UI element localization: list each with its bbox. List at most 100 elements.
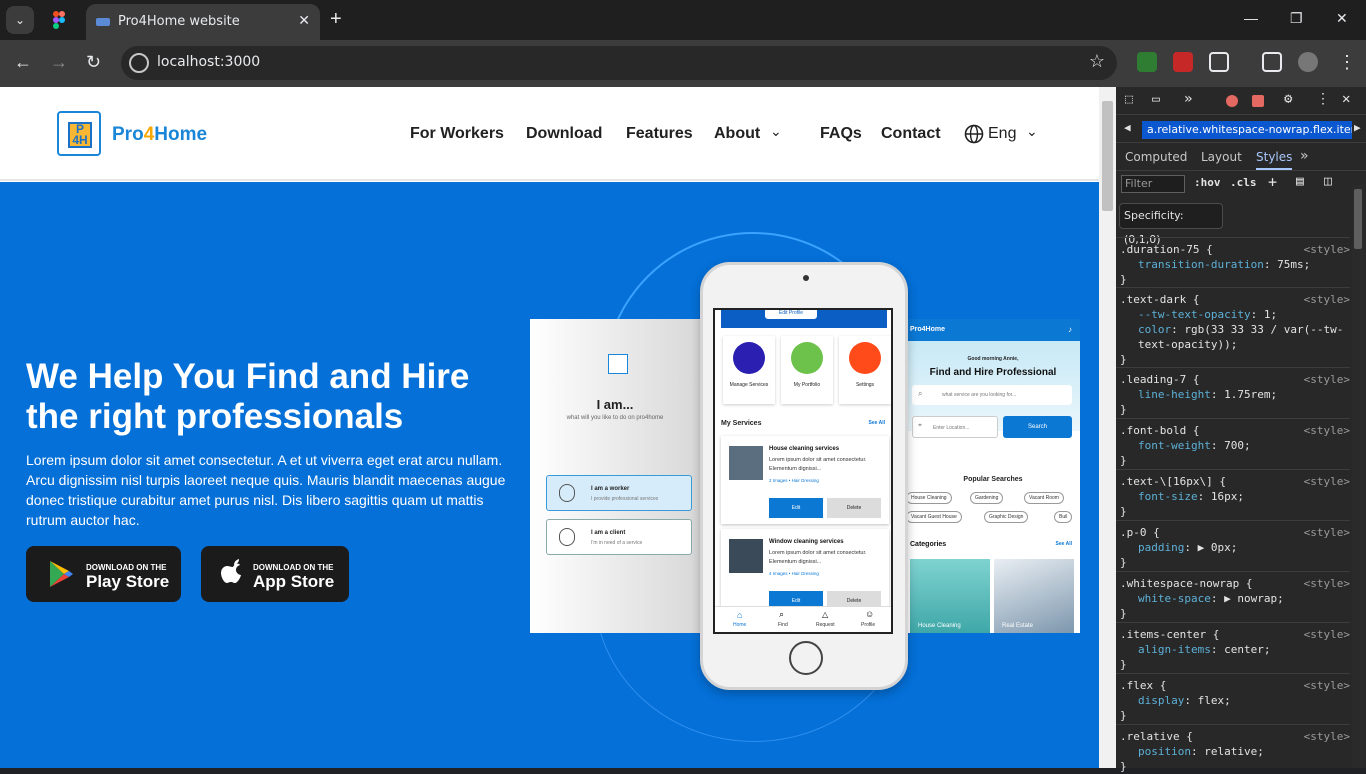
- url-text[interactable]: localhost:3000: [157, 54, 260, 70]
- style-rule[interactable]: .leading-7 {<style> line-height: 1.75rem;…: [1116, 367, 1350, 417]
- logo-icon[interactable]: P 4H: [57, 111, 101, 156]
- hov-toggle[interactable]: :hov: [1194, 176, 1221, 189]
- property-name[interactable]: font-size: [1138, 490, 1198, 503]
- page-scrollbar[interactable]: [1099, 87, 1116, 768]
- add-rule-icon[interactable]: +: [1268, 173, 1277, 191]
- property-name[interactable]: position: [1138, 745, 1191, 758]
- style-rule[interactable]: .text-dark {<style> --tw-text-opacity: 1;…: [1116, 287, 1350, 367]
- rule-source-link[interactable]: <style>: [1304, 474, 1350, 489]
- extensions-puzzle-icon[interactable]: [1209, 52, 1229, 72]
- rule-property[interactable]: --tw-text-opacity: 1;: [1120, 307, 1350, 322]
- play-store-button[interactable]: DOWNLOAD ON THE Play Store: [26, 546, 181, 602]
- property-value[interactable]: ▶ nowrap;: [1224, 592, 1284, 605]
- rule-source-link[interactable]: <style>: [1304, 292, 1350, 307]
- more-tabs-icon[interactable]: »: [1184, 91, 1192, 107]
- property-name[interactable]: color: [1138, 323, 1171, 336]
- styles-filter-input[interactable]: Filter: [1121, 175, 1185, 193]
- omnibox[interactable]: localhost:3000 ☆: [121, 46, 1117, 80]
- style-rule[interactable]: .flex {<style> display: flex;}: [1116, 673, 1350, 723]
- property-value[interactable]: 1;: [1264, 308, 1277, 321]
- property-value[interactable]: 1.75rem;: [1224, 388, 1277, 401]
- error-count-icon[interactable]: [1226, 95, 1238, 107]
- rule-property[interactable]: align-items: center;: [1120, 642, 1350, 657]
- property-name[interactable]: --tw-text-opacity: [1138, 308, 1251, 321]
- issues-icon[interactable]: [1252, 95, 1264, 107]
- rule-property[interactable]: color: rgb(33 33 33 / var(--tw-text-opac…: [1120, 322, 1350, 352]
- property-name[interactable]: align-items: [1138, 643, 1211, 656]
- bookmark-star-icon[interactable]: ☆: [1089, 51, 1105, 72]
- property-value[interactable]: relative;: [1204, 745, 1264, 758]
- property-name[interactable]: transition-duration: [1138, 258, 1264, 271]
- reload-icon[interactable]: ↻: [86, 52, 101, 73]
- paint-brush-icon[interactable]: ▤: [1296, 174, 1304, 189]
- rule-source-link[interactable]: <style>: [1304, 423, 1350, 438]
- style-rule[interactable]: .whitespace-nowrap {<style> white-space: …: [1116, 571, 1350, 621]
- device-toolbar-icon[interactable]: ▭: [1152, 92, 1160, 107]
- close-tab-icon[interactable]: ✕: [298, 12, 310, 29]
- nav-faqs[interactable]: FAQs: [820, 125, 862, 143]
- rule-source-link[interactable]: <style>: [1304, 627, 1350, 642]
- tab-search-button[interactable]: ⌄: [6, 6, 34, 34]
- maximize-icon[interactable]: ❐: [1290, 10, 1303, 27]
- devtools-scrollbar[interactable]: [1352, 185, 1364, 768]
- property-name[interactable]: white-space: [1138, 592, 1211, 605]
- tab-styles[interactable]: Styles: [1256, 150, 1293, 170]
- cls-toggle[interactable]: .cls: [1230, 176, 1257, 189]
- property-value[interactable]: ▶ 0px;: [1198, 541, 1238, 554]
- property-name[interactable]: display: [1138, 694, 1184, 707]
- figma-icon[interactable]: [52, 11, 66, 29]
- rule-source-link[interactable]: <style>: [1304, 372, 1350, 387]
- rule-property[interactable]: font-size: 16px;: [1120, 489, 1350, 504]
- property-value[interactable]: 75ms;: [1277, 258, 1310, 271]
- devtools-scrollbar-thumb[interactable]: [1354, 189, 1362, 249]
- property-name[interactable]: padding: [1138, 541, 1184, 554]
- nav-about[interactable]: About: [714, 125, 760, 143]
- language-chevron-icon[interactable]: ⌄: [1026, 123, 1038, 140]
- inspect-element-icon[interactable]: ⬚: [1125, 92, 1133, 107]
- rule-source-link[interactable]: <style>: [1304, 678, 1350, 693]
- language-selector[interactable]: Eng: [988, 125, 1016, 143]
- style-rule[interactable]: .p-0 {<style> padding: ▶ 0px;}: [1116, 520, 1350, 570]
- rule-property[interactable]: padding: ▶ 0px;: [1120, 540, 1350, 555]
- tab-computed[interactable]: Computed: [1125, 150, 1187, 164]
- window-close-icon[interactable]: ✕: [1336, 10, 1348, 27]
- nav-features[interactable]: Features: [626, 125, 693, 143]
- more-panels-icon[interactable]: »: [1300, 148, 1309, 164]
- rule-property[interactable]: transition-duration: 75ms;: [1120, 257, 1350, 272]
- rule-source-link[interactable]: <style>: [1304, 729, 1350, 744]
- property-value[interactable]: flex;: [1198, 694, 1231, 707]
- nav-download[interactable]: Download: [526, 125, 602, 143]
- style-rule[interactable]: .text-\[16px\] {<style> font-size: 16px;}: [1116, 469, 1350, 519]
- rule-source-link[interactable]: <style>: [1304, 576, 1350, 591]
- style-rule[interactable]: .relative {<style> position: relative;}: [1116, 724, 1350, 774]
- profile-avatar[interactable]: [1298, 52, 1318, 72]
- devtools-menu-icon[interactable]: ⋮: [1316, 91, 1330, 107]
- toggle-sidebar-icon[interactable]: ◫: [1324, 174, 1332, 189]
- rule-source-link[interactable]: <style>: [1304, 242, 1350, 257]
- breadcrumb-right-icon[interactable]: ▶: [1354, 121, 1361, 134]
- rule-property[interactable]: white-space: ▶ nowrap;: [1120, 591, 1350, 606]
- site-info-icon[interactable]: [129, 53, 149, 73]
- side-panel-icon[interactable]: [1262, 52, 1282, 72]
- style-rule[interactable]: .duration-75 {<style> transition-duration…: [1116, 237, 1350, 287]
- chevron-down-icon[interactable]: ⌄: [770, 123, 782, 140]
- globe-icon[interactable]: [964, 124, 984, 144]
- minimize-icon[interactable]: —: [1244, 10, 1258, 26]
- selected-element-breadcrumb[interactable]: a.relative.whitespace-nowrap.flex.item: [1142, 121, 1352, 139]
- back-icon[interactable]: ←: [14, 52, 32, 73]
- property-name[interactable]: font-weight: [1138, 439, 1211, 452]
- rule-source-link[interactable]: <style>: [1304, 525, 1350, 540]
- property-name[interactable]: line-height: [1138, 388, 1211, 401]
- breadcrumb-left-icon[interactable]: ◀: [1124, 121, 1131, 134]
- style-rule[interactable]: .font-bold {<style> font-weight: 700;}: [1116, 418, 1350, 468]
- extension-red-icon[interactable]: [1173, 52, 1193, 72]
- property-value[interactable]: 16px;: [1211, 490, 1244, 503]
- nav-for-workers[interactable]: For Workers: [410, 125, 504, 143]
- devtools-settings-icon[interactable]: ⚙: [1284, 91, 1292, 107]
- rule-property[interactable]: font-weight: 700;: [1120, 438, 1350, 453]
- rule-property[interactable]: line-height: 1.75rem;: [1120, 387, 1350, 402]
- download-extension-icon[interactable]: [1137, 52, 1157, 72]
- tab-layout[interactable]: Layout: [1201, 150, 1242, 164]
- active-tab[interactable]: Pro4Home website ✕: [86, 4, 320, 40]
- nav-contact[interactable]: Contact: [881, 125, 941, 143]
